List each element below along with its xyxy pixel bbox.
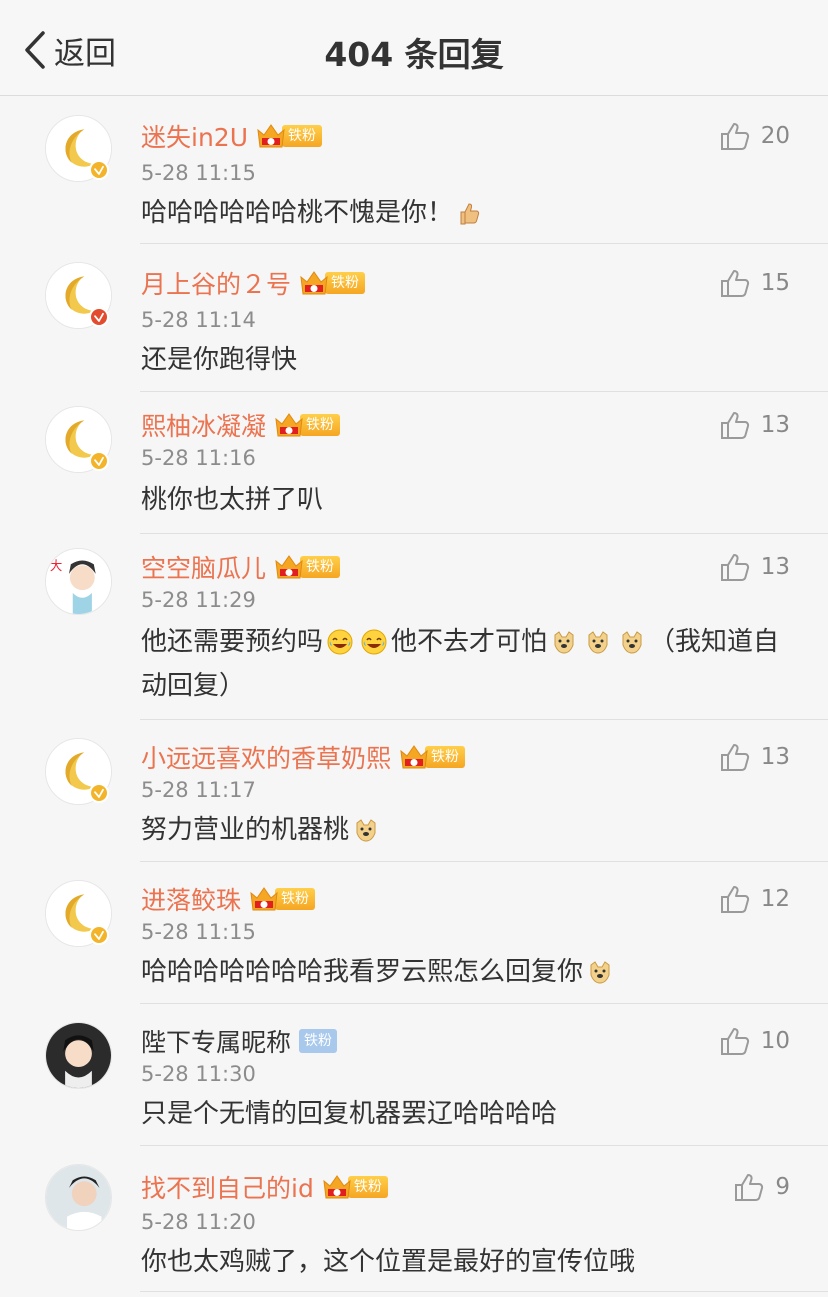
fan-badge: 铁粉	[249, 885, 316, 913]
divider	[140, 1291, 828, 1292]
like-count: 15	[760, 270, 790, 296]
verified-badge-icon	[89, 160, 109, 180]
like-button[interactable]: 9	[733, 1170, 790, 1204]
like-button[interactable]: 13	[719, 408, 790, 442]
comment-text: 桃你也太拼了叭	[141, 485, 324, 515]
like-count: 13	[760, 412, 790, 438]
crown-icon	[274, 411, 304, 439]
page-title: 404 条回复	[324, 35, 504, 74]
verified-badge-icon	[89, 783, 109, 803]
thumbs-up-emoji-icon	[457, 200, 483, 226]
nav-bar: 返回 404 条回复	[0, 0, 828, 96]
comment-time: 5-28 11:29	[141, 588, 256, 612]
like-icon	[719, 267, 751, 299]
reply-item: 月上谷的２号 铁粉 5-28 11:14 还是你跑得快 15	[0, 244, 828, 392]
like-count: 9	[775, 1174, 790, 1200]
laugh-cry-emoji-icon	[327, 629, 353, 655]
svg-text:大: 大	[50, 558, 62, 573]
fan-badge: 铁粉	[256, 123, 322, 149]
doge-emoji-icon	[587, 959, 613, 985]
crown-icon	[274, 553, 304, 581]
doge-emoji-icon	[585, 629, 611, 655]
like-count: 20	[760, 123, 790, 149]
like-icon	[719, 741, 751, 773]
comment-text: 努力营业的机器桃	[141, 808, 791, 852]
avatar[interactable]	[45, 1164, 112, 1231]
user-name[interactable]: 陛下专属昵称	[141, 1023, 291, 1059]
comment-text: 只是个无情的回复机器罢辽哈哈哈哈	[141, 1099, 558, 1129]
comment-time: 5-28 11:17	[141, 778, 256, 802]
verified-badge-icon	[89, 925, 109, 945]
fan-badge: 铁粉	[299, 1029, 338, 1053]
comment-text: 哈哈哈哈哈哈桃不愧是你！	[141, 191, 791, 235]
like-count: 12	[760, 886, 790, 912]
photo-avatar-icon	[46, 1165, 111, 1230]
user-name[interactable]: 空空脑瓜儿	[141, 549, 266, 585]
reply-item: 迷失in2U 铁粉 5-28 11:15 哈哈哈哈哈哈桃不愧是你！ 20	[0, 97, 828, 244]
crown-icon	[322, 1173, 352, 1201]
comment-time: 5-28 11:30	[141, 1062, 256, 1086]
like-button[interactable]: 13	[719, 550, 790, 584]
cartoon-avatar-icon	[46, 1023, 111, 1088]
reply-item: 小远远喜欢的香草奶熙 铁粉 5-28 11:17 努力营业的机器桃 13	[0, 720, 828, 862]
cartoon-avatar-icon: 大	[46, 549, 111, 614]
reply-item: 大 空空脑瓜儿 铁粉 5-28 11:29 他还需要预约吗 他不去才可怕 （我知道自…	[0, 534, 828, 720]
verified-badge-icon	[89, 451, 109, 471]
doge-emoji-icon	[551, 629, 577, 655]
comment-time: 5-28 11:15	[141, 920, 256, 944]
fan-badge: 铁粉	[399, 743, 466, 771]
comment-text: 你也太鸡贼了，这个位置是最好的宣传位哦	[141, 1247, 636, 1277]
fan-badge: 铁粉	[322, 1174, 388, 1200]
crown-icon	[256, 122, 286, 150]
like-button[interactable]: 13	[719, 740, 790, 774]
like-icon	[719, 120, 751, 152]
crown-icon	[249, 885, 279, 913]
like-count: 13	[760, 554, 790, 580]
user-name[interactable]: 小远远喜欢的香草奶熙	[141, 739, 391, 775]
reply-item: 熙柚冰凝凝 铁粉 5-28 11:16 桃你也太拼了叭 13	[0, 392, 828, 534]
like-count: 13	[760, 744, 790, 770]
verified-badge-icon	[89, 307, 109, 327]
like-button[interactable]: 15	[719, 266, 790, 300]
like-icon	[733, 1171, 765, 1203]
comment-time: 5-28 11:16	[141, 446, 256, 470]
fan-badge: 铁粉	[299, 269, 366, 297]
user-name[interactable]: 熙柚冰凝凝	[141, 407, 266, 443]
fan-badge: 铁粉	[274, 553, 341, 581]
reply-item: 陛下专属昵称 铁粉 5-28 11:30 只是个无情的回复机器罢辽哈哈哈哈 10	[0, 1004, 828, 1146]
comment-text: 哈哈哈哈哈哈哈我看罗云熙怎么回复你	[141, 950, 791, 994]
like-count: 10	[760, 1028, 790, 1054]
reply-item: 进落鲛珠 铁粉 5-28 11:15 哈哈哈哈哈哈哈我看罗云熙怎么回复你 12	[0, 862, 828, 1004]
user-name[interactable]: 找不到自己的id	[141, 1169, 314, 1205]
like-icon	[719, 1025, 751, 1057]
crown-icon	[399, 743, 429, 771]
laugh-cry-emoji-icon	[361, 629, 387, 655]
user-name[interactable]: 迷失in2U	[141, 118, 248, 154]
doge-emoji-icon	[353, 817, 379, 843]
comment-time: 5-28 11:20	[141, 1210, 256, 1234]
like-button[interactable]: 20	[719, 119, 790, 153]
like-icon	[719, 551, 751, 583]
crown-icon	[299, 269, 329, 297]
reply-item: 找不到自己的id 铁粉 5-28 11:20 你也太鸡贼了，这个位置是最好的宣传…	[0, 1146, 828, 1292]
doge-emoji-icon	[619, 629, 645, 655]
comment-time: 5-28 11:14	[141, 308, 256, 332]
like-button[interactable]: 12	[719, 882, 790, 916]
user-name[interactable]: 月上谷的２号	[141, 265, 291, 301]
comment-text: 还是你跑得快	[141, 345, 298, 375]
fan-badge: 铁粉	[274, 411, 341, 439]
avatar[interactable]	[45, 1022, 112, 1089]
user-name[interactable]: 进落鲛珠	[141, 881, 241, 917]
like-button[interactable]: 10	[719, 1024, 790, 1058]
like-icon	[719, 883, 751, 915]
comment-time: 5-28 11:15	[141, 161, 256, 185]
avatar[interactable]: 大	[45, 548, 112, 615]
like-icon	[719, 409, 751, 441]
comment-text: 他还需要预约吗 他不去才可怕 （我知道自动回复）	[141, 627, 780, 701]
reply-list: 迷失in2U 铁粉 5-28 11:15 哈哈哈哈哈哈桃不愧是你！ 20 月上谷…	[0, 97, 828, 1292]
